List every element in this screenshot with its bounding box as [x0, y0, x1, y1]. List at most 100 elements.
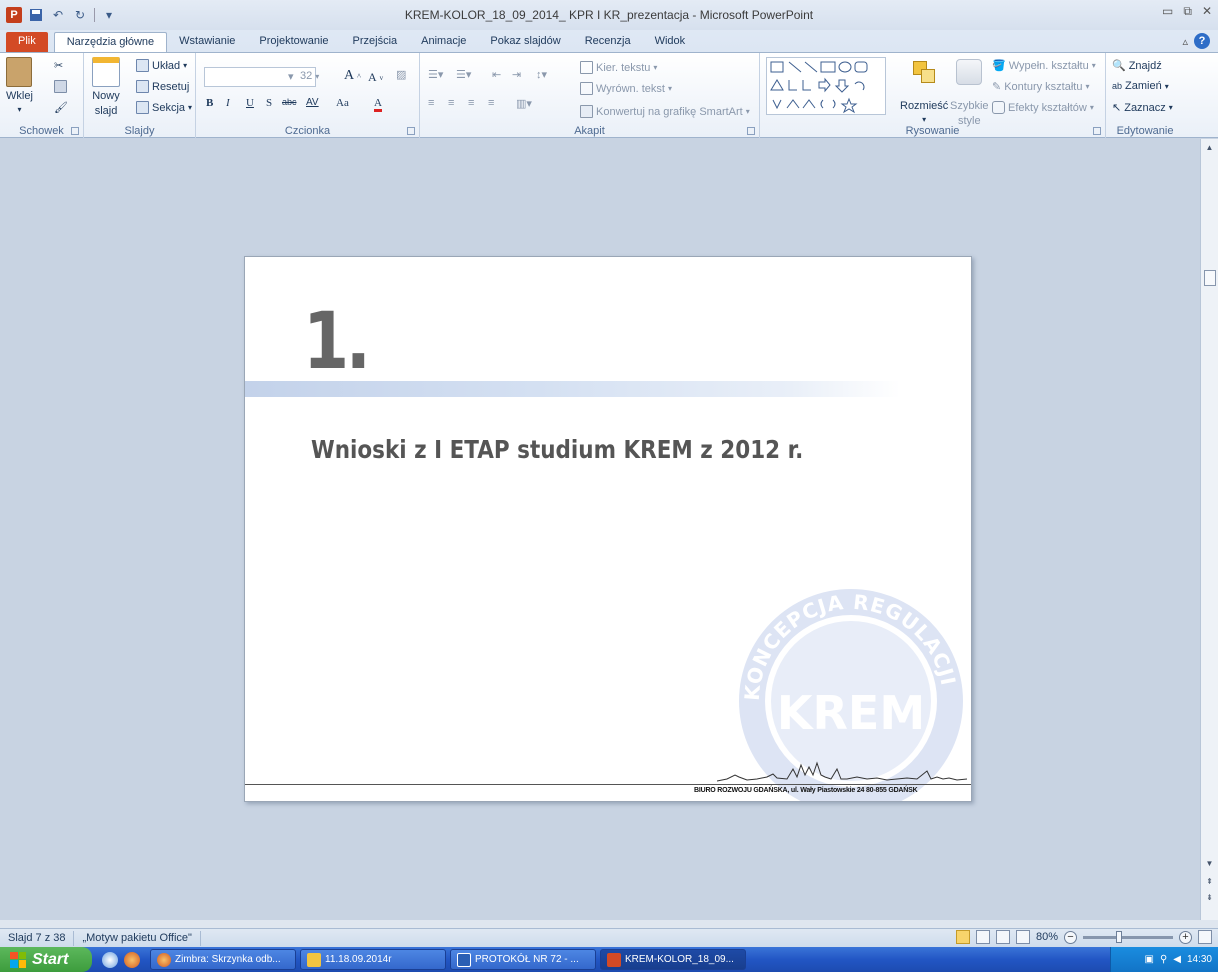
numbering-icon[interactable]: ☰▾ [456, 68, 471, 81]
align-center-icon[interactable]: ≡ [448, 97, 454, 109]
layout-button[interactable]: Układ ▾ [136, 59, 187, 72]
quick-styles-button[interactable]: Szybkie style [950, 59, 989, 127]
start-button[interactable]: Start [0, 947, 92, 972]
shape-fill-button[interactable]: 🪣 Wypełn. kształtu ▾ [992, 59, 1096, 73]
tab-design[interactable]: Projektowanie [247, 32, 340, 52]
scroll-down-icon[interactable]: ▼ [1201, 859, 1218, 868]
strikethrough-button[interactable]: abc [282, 97, 297, 107]
shape-effects-button[interactable]: Efekty kształtów ▾ [992, 101, 1094, 114]
ie-icon[interactable] [102, 951, 118, 968]
powerpoint-app-icon[interactable]: P [6, 7, 22, 23]
taskbar-item-powerpoint[interactable]: KREM-KOLOR_18_09... [600, 949, 746, 970]
shadow-button[interactable]: S [266, 97, 272, 109]
tab-review[interactable]: Recenzja [573, 32, 643, 52]
taskbar-item-zimbra[interactable]: Zimbra: Skrzynka odb... [150, 949, 296, 970]
dialog-launcher-icon[interactable] [71, 127, 79, 135]
taskbar-item-word[interactable]: PROTOKÓŁ NR 72 - ... [450, 949, 596, 970]
tab-transitions[interactable]: Przejścia [341, 32, 410, 52]
font-name-dropdown-icon[interactable]: ▾ [288, 70, 294, 83]
clear-format-icon[interactable]: ▨ [396, 68, 406, 81]
customize-qat-icon[interactable]: ▾ [101, 7, 117, 23]
zoom-out-icon[interactable]: − [1064, 930, 1077, 944]
dialog-launcher-icon[interactable] [1093, 127, 1101, 135]
select-button[interactable]: ↖ Zaznacz ▾ [1112, 101, 1173, 115]
show-hidden-icons-icon[interactable]: ◀ [1173, 954, 1181, 965]
change-case-button[interactable]: Aa [336, 97, 349, 109]
section-button[interactable]: Sekcja ▾ [136, 101, 192, 114]
theme-name[interactable]: „Motyw pakietu Office" [74, 930, 201, 946]
clock[interactable]: 14:30 [1187, 954, 1212, 965]
paste-button[interactable]: Wklej ▾ [6, 57, 33, 114]
bold-button[interactable]: B [206, 97, 213, 109]
previous-slide-icon[interactable]: ⇞ [1201, 877, 1218, 886]
taskbar-item-folder[interactable]: 11.18.09.2014r [300, 949, 446, 970]
tab-view[interactable]: Widok [643, 32, 698, 52]
tab-insert[interactable]: Wstawianie [167, 32, 247, 52]
find-button[interactable]: 🔍 Znajdź [1112, 59, 1162, 73]
help-icon[interactable]: ? [1194, 33, 1210, 49]
copy-icon[interactable] [54, 80, 67, 93]
redo-icon[interactable]: ↻ [72, 7, 88, 23]
slide-sorter-view-icon[interactable] [975, 930, 990, 944]
help-tray-icon[interactable]: ▣ [1144, 954, 1153, 965]
replace-button[interactable]: ab Zamień ▾ [1112, 80, 1169, 92]
firefox-icon[interactable] [124, 951, 140, 968]
zoom-slider[interactable] [1083, 930, 1173, 943]
bullets-icon[interactable]: ☰▾ [428, 68, 443, 81]
tab-home[interactable]: Narzędzia główne [53, 32, 168, 52]
chevron-down-icon: ▾ [17, 105, 22, 114]
align-right-icon[interactable]: ≡ [468, 97, 474, 109]
dialog-launcher-icon[interactable] [747, 127, 755, 135]
zoom-in-icon[interactable]: + [1179, 930, 1192, 944]
grow-font-button[interactable]: A ^ [344, 68, 361, 84]
increase-indent-icon[interactable]: ⇥ [512, 68, 521, 81]
tab-slideshow[interactable]: Pokaz slajdów [478, 32, 572, 52]
restore-icon[interactable]: ⧉ [1183, 4, 1192, 19]
close-icon[interactable]: ✕ [1202, 4, 1212, 19]
slide-section-number[interactable]: 1. [303, 297, 371, 387]
scroll-thumb[interactable] [1204, 270, 1216, 286]
slide-canvas[interactable]: 1. Wnioski z I ETAP studium KREM z 2012 … [244, 256, 972, 802]
network-icon[interactable]: ⚲ [1160, 954, 1167, 965]
columns-icon[interactable]: ▥▾ [516, 97, 532, 110]
next-slide-icon[interactable]: ⇟ [1201, 893, 1218, 902]
scroll-up-icon[interactable]: ▲ [1201, 143, 1218, 152]
format-painter-icon[interactable]: 🖌 [54, 101, 68, 114]
vertical-scrollbar[interactable]: ▲ ▼ ⇞ ⇟ [1200, 139, 1218, 920]
shape-outline-button[interactable]: ✎ Kontury kształtu ▾ [992, 80, 1090, 94]
fit-to-window-icon[interactable] [1198, 930, 1212, 944]
normal-view-icon[interactable] [955, 930, 970, 944]
cut-icon[interactable]: ✂ [54, 59, 63, 72]
shrink-font-button[interactable]: Av [368, 70, 383, 85]
smartart-button[interactable]: Konwertuj na grafikę SmartArt ▾ [580, 105, 750, 118]
italic-button[interactable]: I [226, 97, 230, 109]
new-slide-button[interactable]: Nowy slajd [92, 57, 120, 117]
text-direction-button[interactable]: Kier. tekstu ▾ [580, 61, 657, 74]
zoom-slider-thumb[interactable] [1116, 930, 1122, 943]
font-color-button[interactable]: A [374, 97, 382, 112]
undo-icon[interactable]: ↶ [50, 7, 66, 23]
dialog-launcher-icon[interactable] [407, 127, 415, 135]
reset-button[interactable]: Resetuj [136, 80, 189, 93]
justify-icon[interactable]: ≡ [488, 97, 494, 109]
slide-footer-text[interactable]: BIURO ROZWOJU GDAŃSKA, ul. Wały Piastows… [694, 787, 918, 794]
decrease-indent-icon[interactable]: ⇤ [492, 68, 501, 81]
arrange-button[interactable]: Rozmieść ▾ [900, 59, 948, 124]
reading-view-icon[interactable] [995, 930, 1010, 944]
align-text-button[interactable]: Wyrówn. tekst ▾ [580, 82, 672, 95]
zoom-level[interactable]: 80% [1036, 931, 1058, 943]
char-spacing-button[interactable]: AV [306, 97, 319, 108]
slideshow-view-icon[interactable] [1015, 930, 1030, 944]
font-size-box[interactable]: 32 ▾ [300, 70, 319, 82]
minimize-icon[interactable]: ▭ [1162, 4, 1173, 19]
minimize-ribbon-icon[interactable]: ▵ [1182, 35, 1188, 48]
tab-right-controls: ▵ ? [1182, 33, 1210, 49]
align-left-icon[interactable]: ≡ [428, 97, 434, 109]
underline-button[interactable]: U [246, 97, 254, 109]
slide-title[interactable]: Wnioski z I ETAP studium KREM z 2012 r. [311, 435, 803, 464]
line-spacing-icon[interactable]: ↕▾ [536, 68, 547, 81]
tab-file[interactable]: Plik [6, 32, 48, 52]
save-icon[interactable] [28, 7, 44, 23]
tab-animations[interactable]: Animacje [409, 32, 478, 52]
shapes-gallery[interactable] [766, 57, 886, 115]
